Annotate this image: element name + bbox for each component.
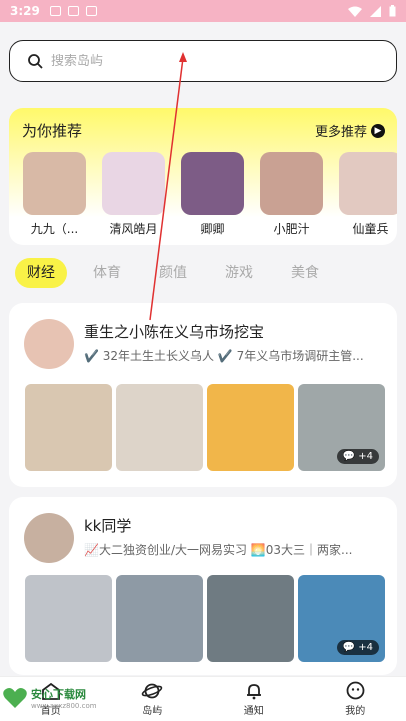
creator-card[interactable]: kk同学 📈大二独资创业/大一网易实习 🌅03大三｜两家... 💬 +4 xyxy=(9,497,397,675)
nav-notifications[interactable]: 通知 xyxy=(203,677,305,721)
avatar xyxy=(260,152,323,215)
creator-description: ✔️ 32年土生土长义乌人 ✔️ 7年义乌市场调研主管... xyxy=(84,349,364,363)
search-input[interactable] xyxy=(51,53,351,69)
recommend-card: 为你推荐 更多推荐 ▶ 九九（... 清风皓月 卿卿 小肥汁 仙童兵 xyxy=(9,108,397,245)
watermark-text: 安心下载网 xyxy=(31,688,86,701)
recommend-item[interactable]: 仙童兵 xyxy=(339,152,397,237)
recommend-item-name: 卿卿 xyxy=(200,222,225,236)
more-recommend-label: 更多推荐 xyxy=(314,125,367,140)
recommend-item-name: 九九（... xyxy=(30,222,79,236)
creator-thumbnails: 💬 +4 xyxy=(25,384,385,471)
post-thumbnail[interactable] xyxy=(116,384,203,471)
more-recommend-button[interactable]: 更多推荐 ▶ xyxy=(315,121,385,140)
avatar xyxy=(23,152,86,215)
notification-icon xyxy=(67,6,79,16)
tab-games[interactable]: 游戏 xyxy=(213,258,265,288)
creator-name: kk同学 xyxy=(84,517,132,535)
recommend-item-name: 小肥汁 xyxy=(273,222,310,236)
post-thumbnail[interactable] xyxy=(25,575,112,662)
nav-label: 岛屿 xyxy=(142,705,163,717)
watermark-url: www.axxz800.com xyxy=(31,702,97,710)
creator-card[interactable]: 重生之小陈在义乌市场挖宝 ✔️ 32年土生土长义乌人 ✔️ 7年义乌市场调研主管… xyxy=(9,303,397,487)
chevron-right-icon: ▶ xyxy=(371,123,385,138)
watermark: 安心下载网 www.axxz800.com xyxy=(2,686,97,710)
recommend-item[interactable]: 九九（... xyxy=(23,152,86,237)
status-time: 3:29 xyxy=(10,4,40,18)
creator-name: 重生之小陈在义乌市场挖宝 xyxy=(84,323,265,341)
nav-label: 我的 xyxy=(345,706,366,717)
recommend-item-name: 仙童兵 xyxy=(352,222,389,236)
planet-icon xyxy=(141,683,163,698)
notification-icon xyxy=(49,6,61,16)
avatar xyxy=(24,319,74,369)
avatar xyxy=(181,152,244,215)
recommend-item[interactable]: 小肥汁 xyxy=(260,152,323,237)
battery-icon xyxy=(389,5,396,17)
tab-looks[interactable]: 颜值 xyxy=(147,258,199,288)
post-thumbnail[interactable] xyxy=(207,575,294,662)
more-count-badge: 💬 +4 xyxy=(336,640,379,655)
recommend-item[interactable]: 清风皓月 xyxy=(102,152,165,237)
recommend-item[interactable]: 卿卿 xyxy=(181,152,244,237)
recommend-title: 为你推荐 xyxy=(22,122,83,140)
avatar xyxy=(24,513,74,563)
status-bar: 3:29 xyxy=(0,0,406,22)
more-count: +4 xyxy=(358,642,373,653)
creator-description: 📈大二独资创业/大一网易实习 🌅03大三｜两家... xyxy=(84,543,353,557)
post-thumbnail[interactable]: 💬 +4 xyxy=(298,384,385,471)
recommend-item-name: 清风皓月 xyxy=(109,222,158,236)
bell-icon xyxy=(246,683,261,699)
more-count: +4 xyxy=(358,451,373,462)
chat-icon: 💬 xyxy=(342,642,356,653)
signal-icon xyxy=(370,5,381,17)
wifi-icon xyxy=(348,6,362,17)
tab-sports[interactable]: 体育 xyxy=(81,258,133,288)
nav-islands[interactable]: 岛屿 xyxy=(102,677,204,721)
tab-finance[interactable]: 财经 xyxy=(15,258,67,288)
search-icon xyxy=(28,53,43,69)
nav-profile[interactable]: 我的 xyxy=(305,677,406,721)
post-thumbnail[interactable] xyxy=(207,384,294,471)
face-icon xyxy=(346,681,365,700)
nav-label: 通知 xyxy=(243,705,264,717)
avatar xyxy=(339,152,397,215)
heart-logo-icon xyxy=(3,688,27,708)
post-thumbnail[interactable] xyxy=(116,575,203,662)
header xyxy=(0,22,406,102)
avatar xyxy=(102,152,165,215)
post-thumbnail[interactable]: 💬 +4 xyxy=(298,575,385,662)
post-thumbnail[interactable] xyxy=(25,384,112,471)
search-bar[interactable] xyxy=(9,40,397,82)
chat-icon: 💬 xyxy=(342,451,356,462)
category-tabs: 财经 体育 颜值 游戏 美食 xyxy=(15,258,345,288)
notification-icon xyxy=(85,6,97,16)
more-count-badge: 💬 +4 xyxy=(336,449,379,464)
creator-thumbnails: 💬 +4 xyxy=(25,575,385,662)
recommend-list: 九九（... 清风皓月 卿卿 小肥汁 仙童兵 xyxy=(23,152,397,237)
tab-food[interactable]: 美食 xyxy=(279,258,331,288)
